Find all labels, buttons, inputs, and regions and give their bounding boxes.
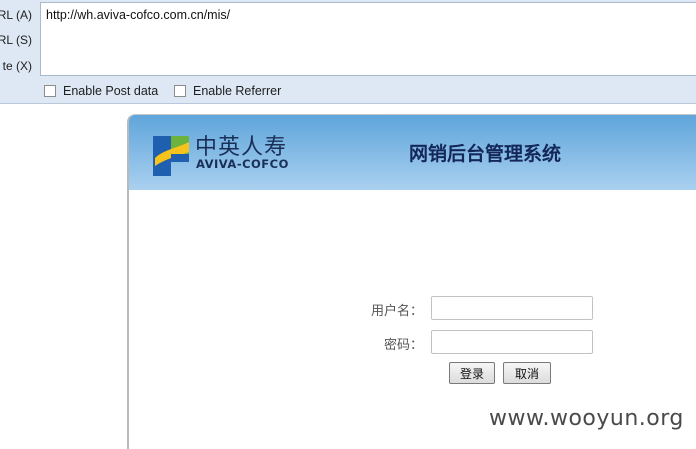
username-label: 用户名： <box>370 303 423 318</box>
username-input[interactable] <box>431 296 593 320</box>
load-url-label[interactable]: RL (A) <box>0 8 32 22</box>
enable-post-option[interactable]: Enable Post data <box>44 84 158 98</box>
logo-english-name: AVIVA-COFCO <box>196 157 289 171</box>
login-panel: 中英人寿 AVIVA-COFCO 网销后台管理系统 用户名： 密码： 登录 取消 <box>127 114 696 449</box>
url-textarea[interactable]: http://wh.aviva-cofco.com.cn/mis/ <box>40 2 696 76</box>
cancel-button[interactable]: 取消 <box>503 362 551 384</box>
password-input[interactable] <box>431 330 593 354</box>
system-title: 网销后台管理系统 <box>409 144 562 165</box>
login-button[interactable]: 登录 <box>449 362 495 384</box>
checkbox-icon[interactable] <box>44 85 56 97</box>
checkbox-icon[interactable] <box>174 85 186 97</box>
aviva-cofco-logo-icon <box>153 136 189 176</box>
password-label: 密码： <box>383 337 423 352</box>
toolbar-labels: RL (A) RL (S) te (X) <box>0 0 40 78</box>
enable-referrer-option[interactable]: Enable Referrer <box>174 84 281 98</box>
header-banner: 中英人寿 AVIVA-COFCO 网销后台管理系统 <box>129 115 696 190</box>
url-value: http://wh.aviva-cofco.com.cn/mis/ <box>46 8 231 22</box>
watermark: www.wooyun.org <box>489 406 684 431</box>
password-row: 密码： <box>129 330 696 354</box>
execute-label[interactable]: te (X) <box>3 59 32 73</box>
hackbar-toolbar: RL (A) RL (S) te (X) http://wh.aviva-cof… <box>0 0 696 104</box>
split-url-label[interactable]: RL (S) <box>0 33 32 47</box>
enable-post-label: Enable Post data <box>63 84 159 98</box>
username-row: 用户名： <box>129 296 696 320</box>
enable-referrer-label: Enable Referrer <box>193 84 282 98</box>
